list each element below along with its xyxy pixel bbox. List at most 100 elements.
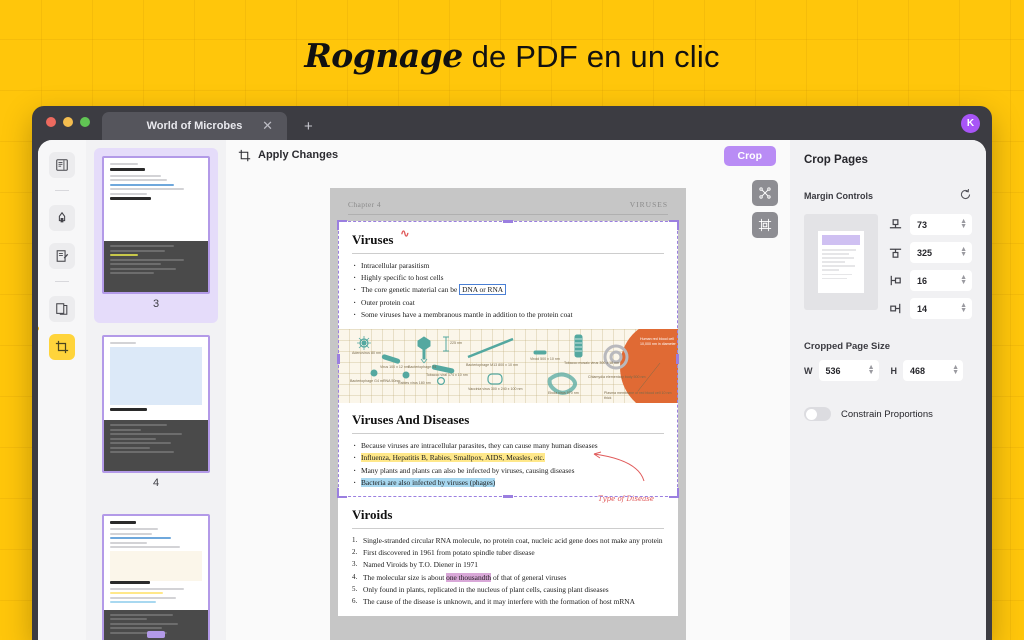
- crop-handle-bottom-left[interactable]: [337, 488, 347, 498]
- document-canvas: Apply Changes Crop: [226, 140, 790, 640]
- crop-handle-bottom[interactable]: [503, 495, 513, 498]
- list-item: Intracellular parasitism: [352, 260, 664, 272]
- active-tool-indicator: [38, 326, 39, 331]
- maximize-window-button[interactable]: [80, 117, 90, 127]
- rail-divider: [55, 190, 69, 191]
- page-preview: [804, 214, 878, 310]
- margin-right-input[interactable]: 14 ▲▼: [910, 298, 972, 319]
- margin-top-value: 73: [917, 220, 927, 230]
- reset-icon[interactable]: [959, 188, 972, 204]
- canvas-toolbar: Apply Changes Crop: [226, 140, 790, 170]
- list-item[interactable]: 4: [94, 327, 218, 502]
- crop-handle-bottom-right[interactable]: [669, 488, 679, 498]
- margin-bottom-row: 325 ▲▼: [888, 242, 972, 263]
- list-item: The molecular size is about one thousand…: [352, 572, 664, 584]
- list-item: Highly specific to host cells: [352, 272, 664, 284]
- document-running-head: Chapter 4 VIRUSES: [330, 188, 686, 214]
- preview-header-block: [822, 235, 860, 245]
- crop-icon: [55, 340, 69, 354]
- highlighted-text[interactable]: Bacteria are also infected by viruses (p…: [361, 478, 495, 487]
- avatar[interactable]: K: [961, 114, 980, 133]
- crop-handle-right[interactable]: [676, 354, 679, 364]
- tab-label: World of Microbes: [147, 120, 243, 132]
- sidebar-item-edit-document[interactable]: [49, 243, 75, 269]
- canvas-float-buttons: [752, 180, 778, 238]
- highlighted-text[interactable]: one thousandth: [446, 573, 491, 582]
- bullet-list: Intracellular parasitism Highly specific…: [352, 260, 664, 321]
- virus-size-diagram: Adenovirus 80 nm Bacteriophage T4 225 nm…: [338, 329, 678, 403]
- window-controls[interactable]: [46, 117, 90, 127]
- crop-icon: [238, 149, 251, 162]
- margin-top-input[interactable]: 73 ▲▼: [910, 214, 972, 235]
- diagram-label: Viroid 500 x 10 nm: [530, 357, 560, 362]
- header-rule: [348, 214, 668, 215]
- boxed-phrase[interactable]: DNA or RNA: [459, 284, 506, 295]
- crop-frame-icon: [758, 218, 772, 232]
- list-item: Single-stranded circular RNA molecule, n…: [352, 535, 664, 547]
- stepper-icon[interactable]: ▲▼: [952, 366, 959, 375]
- constrain-proportions-toggle[interactable]: [804, 407, 831, 421]
- margin-bottom-value: 325: [917, 248, 932, 258]
- list-item: The core genetic material can be DNA or …: [352, 284, 664, 296]
- margin-left-row: 16 ▲▼: [888, 270, 972, 291]
- thumbnail-page-number: [147, 631, 165, 638]
- close-window-button[interactable]: [46, 117, 56, 127]
- margin-right-value: 14: [917, 304, 927, 314]
- width-input[interactable]: 536 ▲▼: [819, 360, 879, 381]
- thumbnail-panel[interactable]: 3: [86, 140, 226, 640]
- stepper-icon[interactable]: ▲▼: [960, 276, 967, 285]
- ink-annotation: Type of Disease: [598, 495, 654, 503]
- sidebar-item-crop-tool[interactable]: [49, 334, 75, 360]
- plus-icon[interactable]: +: [304, 118, 313, 135]
- margin-controls-label: Margin Controls: [804, 191, 873, 201]
- margin-bottom-input[interactable]: 325 ▲▼: [910, 242, 972, 263]
- margin-top-icon: [888, 217, 903, 232]
- document-page[interactable]: Chapter 4 VIRUSES Viruse: [330, 188, 686, 640]
- stepper-icon[interactable]: ▲▼: [960, 220, 967, 229]
- stepper-icon[interactable]: ▲▼: [960, 304, 967, 313]
- height-value: 468: [910, 366, 925, 376]
- heading-rule: [352, 433, 664, 434]
- document-tab[interactable]: World of Microbes ✕: [102, 112, 287, 140]
- apply-changes-button[interactable]: Apply Changes: [238, 149, 338, 162]
- avatar-initial: K: [967, 118, 974, 129]
- list-item[interactable]: 3: [94, 148, 218, 323]
- crop-handle-top-left[interactable]: [337, 220, 347, 230]
- crop-pages-panel: Crop Pages Margin Controls: [790, 140, 986, 640]
- sidebar-item-reader-view[interactable]: [49, 152, 75, 178]
- rail-divider: [55, 281, 69, 282]
- headline-rest: de PDF en un clic: [463, 39, 720, 74]
- margin-left-icon: [888, 273, 903, 288]
- sidebar-item-organize-pages[interactable]: [49, 296, 75, 322]
- crop-button[interactable]: Crop: [724, 146, 777, 166]
- heading: Viruses And Diseases: [352, 412, 469, 428]
- stepper-icon[interactable]: ▲▼: [868, 366, 875, 375]
- section-viruses-and-diseases: Viruses And Diseases Because viruses are…: [338, 403, 678, 497]
- fit-to-screen-button[interactable]: [752, 180, 778, 206]
- constrain-proportions-row[interactable]: Constrain Proportions: [804, 407, 972, 421]
- width-label: W: [804, 366, 813, 376]
- sidebar-item-highlighter[interactable]: [49, 205, 75, 231]
- heading: Viroids: [352, 507, 392, 523]
- diagram-label: Bacteriophage M13 800 x 10 nm: [466, 363, 518, 368]
- margin-left-input[interactable]: 16 ▲▼: [910, 270, 972, 291]
- height-input[interactable]: 468 ▲▼: [903, 360, 963, 381]
- crop-selection[interactable]: Viruses ∿ Intracellular parasitism Highl…: [338, 221, 678, 497]
- cropped-page-size-row: W 536 ▲▼ H 468 ▲▼: [804, 360, 972, 381]
- crop-handle-left[interactable]: [337, 354, 340, 364]
- close-icon[interactable]: ✕: [262, 118, 273, 134]
- preview-page: [818, 231, 864, 293]
- minimize-window-button[interactable]: [63, 117, 73, 127]
- margin-controls: 73 ▲▼ 325 ▲▼: [804, 214, 972, 319]
- section-label: VIRUSES: [630, 200, 668, 209]
- crop-handle-top-right[interactable]: [669, 220, 679, 230]
- crop-handle-top[interactable]: [503, 220, 513, 223]
- stepper-icon[interactable]: ▲▼: [960, 248, 967, 257]
- diagram-label: Vaccinia virus 300 x 240 x 100 nm: [468, 387, 522, 392]
- crop-to-content-button[interactable]: [752, 212, 778, 238]
- list-item: Some viruses have a membranous mantle in…: [352, 309, 664, 321]
- highlighted-text[interactable]: Influenza, Hepatitis B, Rabies, Smallpox…: [361, 453, 545, 462]
- list-item[interactable]: [94, 506, 218, 640]
- page-title: Rognage de PDF en un clic: [0, 36, 1024, 75]
- diagram-label: Ebola virus 970 nm: [548, 391, 579, 396]
